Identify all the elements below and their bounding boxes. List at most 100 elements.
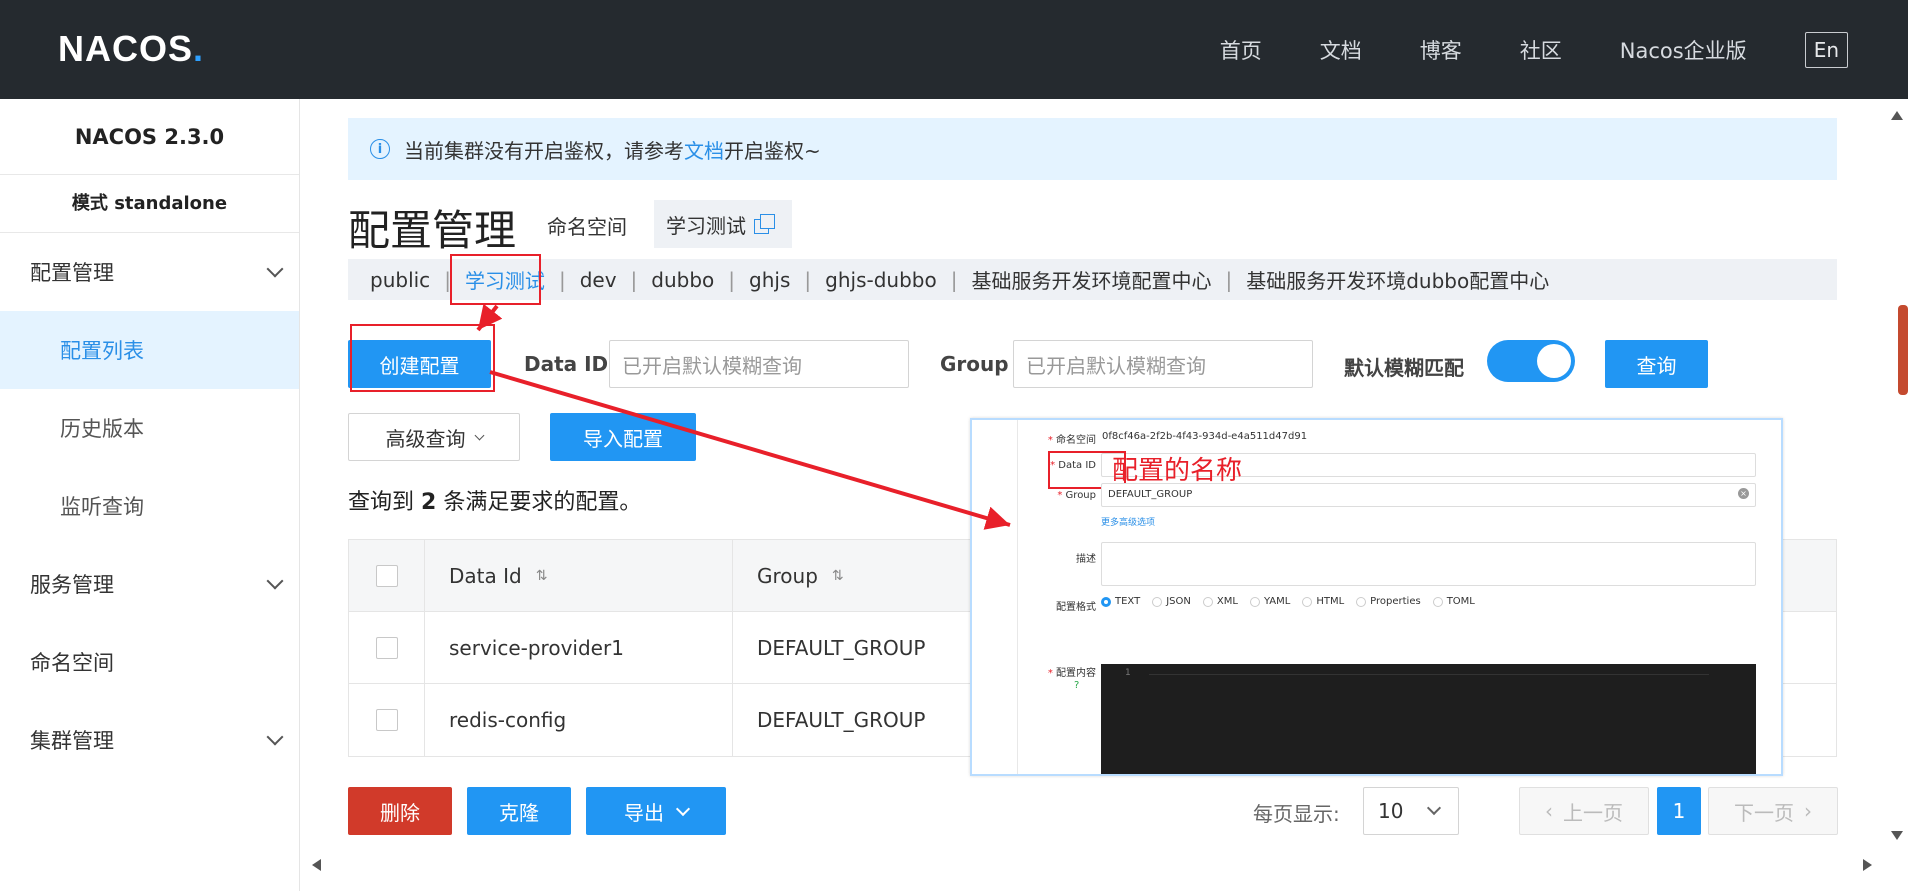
sort-icon[interactable]: ⇅	[832, 568, 844, 584]
select-all-checkbox[interactable]	[375, 564, 398, 587]
dataid-input[interactable]: 已开启默认模糊查询	[609, 340, 909, 388]
sidebar-group-label: 服务管理	[30, 573, 114, 597]
chevron-right-icon: ›	[1804, 799, 1812, 823]
clone-button[interactable]: 克隆	[467, 787, 571, 835]
inset-desc-input	[1101, 542, 1756, 586]
row-checkbox[interactable]	[375, 709, 398, 731]
auth-notice: i 当前集群没有开启鉴权，请参考 文档 开启鉴权~	[348, 118, 1837, 180]
inset-format-properties: Properties	[1356, 596, 1421, 607]
ns-tab-ghjs[interactable]: ghjs	[749, 268, 790, 292]
current-namespace: 学习测试	[654, 200, 792, 248]
sidebar-group-label: 命名空间	[30, 651, 114, 675]
next-page-button[interactable]: 下一页 ›	[1708, 787, 1838, 835]
sidebar: NACOS 2.3.0 模式 standalone 配置管理 配置列表 历史版本…	[0, 99, 300, 891]
inset-format-text: TEXT	[1101, 596, 1140, 607]
export-button[interactable]: 导出	[586, 787, 726, 835]
sidebar-item-listener-query[interactable]: 监听查询	[0, 467, 299, 545]
inset-group-label: * Group	[1057, 490, 1096, 501]
nav-blog[interactable]: 博客	[1420, 35, 1462, 65]
chevron-down-icon	[474, 430, 484, 440]
fuzzy-match-label: 默认模糊匹配	[1344, 356, 1464, 380]
notice-docs-link[interactable]: 文档	[684, 135, 724, 164]
nav-community[interactable]: 社区	[1520, 35, 1562, 65]
sidebar-item-config-list[interactable]: 配置列表	[0, 311, 299, 389]
nav-enterprise[interactable]: Nacos企业版	[1620, 35, 1747, 65]
ns-tab-base-dubbo-config[interactable]: 基础服务开发环境dubbo配置中心	[1246, 265, 1549, 294]
sidebar-group-label: 集群管理	[30, 729, 114, 753]
inset-format-yaml: YAML	[1249, 596, 1290, 607]
advanced-query-button[interactable]: 高级查询	[348, 413, 520, 461]
ns-tab-base-config[interactable]: 基础服务开发环境配置中心	[971, 265, 1211, 294]
inset-group-input: DEFAULT_GROUP ×	[1101, 483, 1756, 507]
create-form-inset: * 命名空间 0f8cf46a-2f2b-4f43-934d-e4a511d47…	[970, 418, 1783, 776]
header-data-id[interactable]: Data Id ⇅	[425, 540, 733, 611]
namespace-tabs: public | 学习测试 | dev | dubbo | ghjs | ghjs-dub…	[348, 259, 1837, 300]
inset-format-json: JSON	[1152, 596, 1191, 607]
chevron-left-icon: ‹	[1545, 799, 1553, 823]
ns-tab-dubbo[interactable]: dubbo	[651, 268, 714, 292]
chevron-down-icon	[266, 572, 284, 590]
result-prefix: 查询到	[348, 490, 415, 515]
sidebar-version: NACOS 2.3.0	[0, 99, 299, 175]
page-title: 配置管理	[348, 206, 517, 255]
prev-page-label: 上一页	[1563, 800, 1623, 825]
inset-group-value: DEFAULT_GROUP	[1108, 489, 1193, 500]
language-switch-button[interactable]: En	[1804, 31, 1848, 68]
logo-text: NACOS	[58, 28, 194, 69]
per-page-label: 每页显示:	[1253, 802, 1340, 826]
inset-code-editor: 1	[1101, 664, 1756, 774]
sidebar-group-namespace[interactable]: 命名空间	[0, 623, 299, 701]
scroll-down-arrow[interactable]	[1891, 831, 1903, 840]
annotation-box-create	[350, 324, 495, 392]
group-input[interactable]: 已开启默认模糊查询	[1013, 340, 1313, 388]
header-data-id-label: Data Id	[449, 563, 522, 588]
inset-annotation-text: 配置的名称	[1112, 456, 1243, 486]
clear-icon: ×	[1738, 488, 1749, 499]
row-checkbox[interactable]	[375, 636, 398, 659]
import-config-button[interactable]: 导入配置	[550, 413, 696, 461]
scroll-right-arrow[interactable]	[1863, 859, 1872, 871]
copy-icon[interactable]	[754, 214, 775, 234]
inset-content-label: * 配置内容	[1047, 668, 1096, 679]
advanced-query-label: 高级查询	[385, 426, 466, 451]
chevron-down-icon	[266, 260, 284, 278]
result-suffix: 条满足要求的配置。	[443, 490, 642, 515]
annotation-box-namespace	[450, 254, 541, 305]
inset-format-xml: XML	[1202, 596, 1238, 607]
sidebar-group-config[interactable]: 配置管理	[0, 233, 299, 311]
dataid-label: Data ID	[524, 352, 609, 376]
nav-docs[interactable]: 文档	[1320, 35, 1362, 65]
current-page[interactable]: 1	[1657, 787, 1701, 835]
inset-line-number: 1	[1125, 668, 1131, 678]
query-button[interactable]: 查询	[1605, 340, 1708, 388]
logo-dot: .	[193, 28, 205, 69]
nav-home[interactable]: 首页	[1220, 35, 1262, 65]
sidebar-group-service[interactable]: 服务管理	[0, 545, 299, 623]
inset-ns-label: * 命名空间	[1047, 435, 1096, 446]
vertical-scrollbar-thumb[interactable]	[1898, 305, 1908, 395]
scroll-left-arrow[interactable]	[312, 859, 321, 871]
toggle-knob	[1537, 344, 1571, 378]
inset-format-toml: TOML	[1432, 596, 1475, 607]
ns-tab-public[interactable]: public	[370, 268, 430, 292]
inset-desc-label: 描述	[1076, 554, 1096, 565]
notice-suffix: 开启鉴权~	[724, 138, 821, 163]
prev-page-button[interactable]: ‹ 上一页	[1519, 787, 1649, 835]
ns-tab-dev[interactable]: dev	[580, 268, 617, 292]
scroll-up-arrow[interactable]	[1891, 111, 1903, 120]
ns-tab-ghjs-dubbo[interactable]: ghjs-dubbo	[825, 268, 937, 292]
top-header: NACOS. 首页 文档 博客 社区 Nacos企业版 En	[0, 0, 1908, 99]
inset-more-options: 更多高级选项	[1101, 518, 1156, 528]
group-label: Group	[940, 352, 1009, 376]
top-nav: 首页 文档 博客 社区 Nacos企业版 En	[1162, 0, 1848, 99]
sidebar-item-history[interactable]: 历史版本	[0, 389, 299, 467]
fuzzy-match-toggle[interactable]	[1487, 340, 1575, 382]
per-page-select[interactable]: 10	[1363, 787, 1459, 835]
inset-format-label: 配置格式	[1056, 602, 1096, 613]
export-label: 导出	[624, 800, 664, 825]
sort-icon[interactable]: ⇅	[536, 568, 548, 584]
sidebar-group-cluster[interactable]: 集群管理	[0, 701, 299, 779]
chevron-down-icon	[266, 728, 284, 746]
delete-button[interactable]: 删除	[348, 787, 452, 835]
nacos-logo[interactable]: NACOS.	[58, 28, 204, 70]
